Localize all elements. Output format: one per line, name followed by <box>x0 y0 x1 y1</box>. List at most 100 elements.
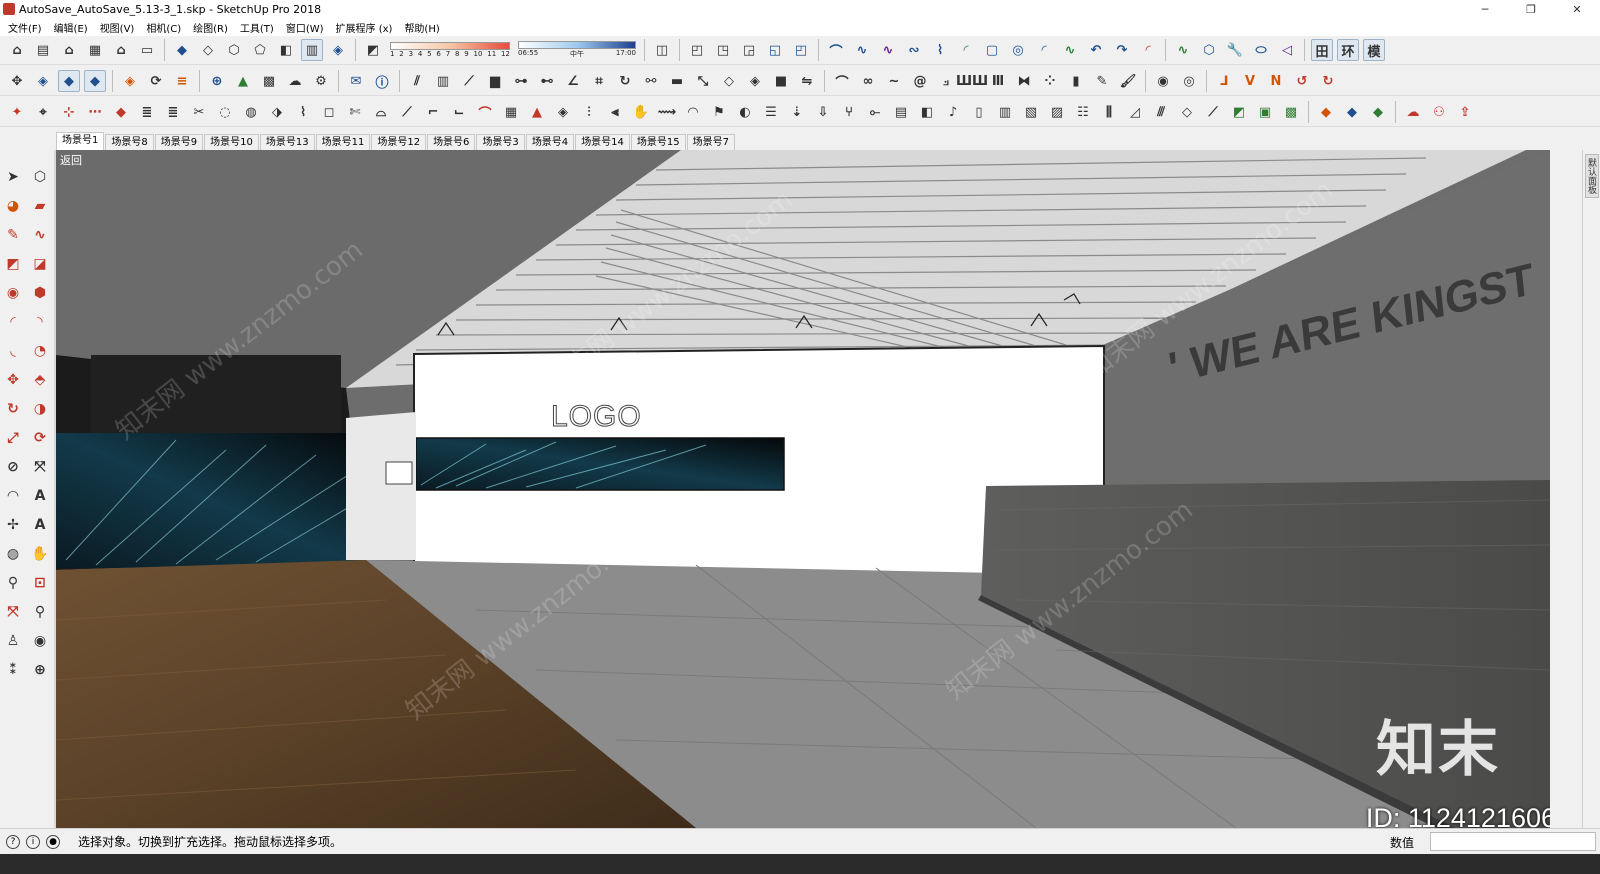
shaded-icon[interactable]: ◧ <box>275 39 297 61</box>
eraser-icon[interactable]: ▰ <box>28 194 52 218</box>
chamfer-icon[interactable]: ⌙ <box>448 101 470 123</box>
green-terrain-icon[interactable]: ◩ <box>1228 101 1250 123</box>
measurements-input[interactable] <box>1430 832 1596 851</box>
orbit-icon[interactable]: ◍ <box>1 542 25 566</box>
loft-icon[interactable]: ◍ <box>240 101 262 123</box>
rectangle-icon[interactable]: ◩ <box>1 252 25 276</box>
menu-extensions[interactable]: 扩展程序 (x) <box>330 20 399 35</box>
zoom-extents-icon[interactable]: ⤧ <box>1 600 25 624</box>
knife-icon[interactable]: ⟋ <box>396 101 418 123</box>
close-button[interactable]: ✕ <box>1554 0 1600 18</box>
maximize-button[interactable]: ❐ <box>1508 0 1554 18</box>
box-outline-icon[interactable]: ◻ <box>318 101 340 123</box>
shadow-date-slider[interactable]: 1 2 3 4 5 6 7 8 9 10 11 12 <box>390 42 510 58</box>
panel-icon[interactable]: ▮ <box>1065 70 1087 92</box>
fins-icon[interactable]: ⫼ <box>1098 101 1120 123</box>
green-arc-icon[interactable]: ◜ <box>955 39 977 61</box>
menu-view[interactable]: 视图(V) <box>94 20 141 35</box>
hook-icon[interactable]: ↶ <box>1085 39 1107 61</box>
pen-icon[interactable]: ✎ <box>1091 70 1113 92</box>
green-line-icon[interactable]: ∿ <box>1172 39 1194 61</box>
freehand-green-icon[interactable]: ∿ <box>1059 39 1081 61</box>
lines-icon[interactable]: ☷ <box>1072 101 1094 123</box>
flip-icon[interactable]: ⇋ <box>796 70 818 92</box>
axes-n-icon[interactable]: N <box>1265 70 1287 92</box>
share-model-icon[interactable]: ▭ <box>136 39 158 61</box>
hidden-line-icon[interactable]: ⬠ <box>249 39 271 61</box>
orange-box-icon[interactable]: ◈ <box>119 70 141 92</box>
red-shape-icon[interactable]: ◆ <box>110 101 132 123</box>
green-box-icon[interactable]: ▣ <box>1254 101 1276 123</box>
rotated-rectangle-icon[interactable]: ◪ <box>28 252 52 276</box>
chain-icon[interactable]: ∞ <box>857 70 879 92</box>
block-icon[interactable]: ■ <box>770 70 792 92</box>
credits-icon[interactable]: i <box>26 834 40 849</box>
extrude-icon[interactable]: ⬗ <box>266 101 288 123</box>
scene-tab-9[interactable]: 场景号9 <box>154 134 204 150</box>
warehouse-icon[interactable]: ▦ <box>84 39 106 61</box>
angle-icon[interactable]: ∠ <box>562 70 584 92</box>
circle-icon[interactable]: ◉ <box>1 281 25 305</box>
red-bend-icon[interactable]: ⌒ <box>474 101 496 123</box>
wrench-icon[interactable]: 🔧 <box>1224 39 1246 61</box>
scale-icon[interactable]: ⤡ <box>692 70 714 92</box>
cut-path-icon[interactable]: ✄ <box>344 101 366 123</box>
colonnade-icon[interactable]: Ⅲ <box>987 70 1009 92</box>
paint-drop-icon[interactable]: ◈ <box>552 101 574 123</box>
red-arc-icon[interactable]: ◜ <box>1137 39 1159 61</box>
stairs-icon[interactable]: ⫽ <box>406 70 428 92</box>
back-edges-icon[interactable]: ◇ <box>197 39 219 61</box>
return-curve-icon[interactable]: ↷ <box>1111 39 1133 61</box>
wave-icon[interactable]: ∼ <box>883 70 905 92</box>
time-slider-bar[interactable] <box>518 41 636 49</box>
menu-draw[interactable]: 绘图(R) <box>187 20 234 35</box>
arrow-down-icon[interactable]: ⇩ <box>812 101 834 123</box>
polygon-gear-icon[interactable]: ⬡ <box>1198 39 1220 61</box>
shape-icon[interactable]: ◁ <box>1276 39 1298 61</box>
add-point-icon[interactable]: ⊹ <box>58 101 80 123</box>
checker-icon[interactable]: ▩ <box>258 70 280 92</box>
pipe-icon[interactable]: ⊶ <box>510 70 532 92</box>
cube-blue-icon[interactable]: ◈ <box>32 70 54 92</box>
top-view-icon[interactable]: ◳ <box>712 39 734 61</box>
house-icon[interactable]: ⌂ <box>58 39 80 61</box>
diamond-grid-icon[interactable]: ◇ <box>718 70 740 92</box>
brush-icon[interactable]: 🖌 <box>1117 70 1139 92</box>
section-plane-icon[interactable]: ⊕ <box>28 658 52 682</box>
texture-cube-icon[interactable]: ◆ <box>1341 101 1363 123</box>
layers-icon[interactable]: ◫ <box>651 39 673 61</box>
offset-icon[interactable]: ⟳ <box>28 426 52 450</box>
scene-tab-4[interactable]: 场景号4 <box>525 134 575 150</box>
return-label[interactable]: 返回 <box>60 152 82 168</box>
user-account-icon[interactable]: ● <box>46 834 60 849</box>
yellow-cube-icon[interactable]: ◆ <box>1315 101 1337 123</box>
minimize-button[interactable]: ─ <box>1462 0 1508 18</box>
default-tray-tab[interactable]: 默认面板 <box>1585 154 1599 198</box>
previous-view-icon[interactable]: ⚲ <box>28 600 52 624</box>
polyline-nodes-icon[interactable]: ⋯ <box>84 101 106 123</box>
stripes-icon[interactable]: ▨ <box>1046 101 1068 123</box>
axes-orange-icon[interactable]: ⅃ <box>1213 70 1235 92</box>
settings-gear-icon[interactable]: ⚙ <box>310 70 332 92</box>
scene-tab-1[interactable]: 场景号1 <box>56 132 105 150</box>
music-note-icon[interactable]: ♪ <box>942 101 964 123</box>
text-icon[interactable]: A <box>28 484 52 508</box>
array-icon[interactable]: ⫶ <box>578 101 600 123</box>
bend-icon[interactable]: ⌇ <box>292 101 314 123</box>
dots-grid-icon[interactable]: ⁘ <box>1039 70 1061 92</box>
arc-tool-icon[interactable]: ⌒ <box>825 39 847 61</box>
scene-tab-8[interactable]: 场景号8 <box>105 134 154 150</box>
environment-icon[interactable]: 环 <box>1337 39 1359 61</box>
scene-tab-15[interactable]: 场景号15 <box>630 134 686 150</box>
cube-select-icon[interactable]: ◆ <box>58 70 80 92</box>
menu-window[interactable]: 窗口(W) <box>280 20 330 35</box>
fork-icon[interactable]: ⑂ <box>838 101 860 123</box>
red-cone-icon[interactable]: ▲ <box>526 101 548 123</box>
menu-help[interactable]: 帮助(H) <box>398 20 445 35</box>
protractor-icon[interactable]: ◠ <box>1 484 25 508</box>
louver-icon[interactable]: ⫻ <box>1150 101 1172 123</box>
stack-icon[interactable]: ≡ <box>171 70 193 92</box>
ladder-icon[interactable]: ☰ <box>760 101 782 123</box>
arch-icon[interactable]: ⌒ <box>831 70 853 92</box>
freehand-icon[interactable]: ∿ <box>28 223 52 247</box>
